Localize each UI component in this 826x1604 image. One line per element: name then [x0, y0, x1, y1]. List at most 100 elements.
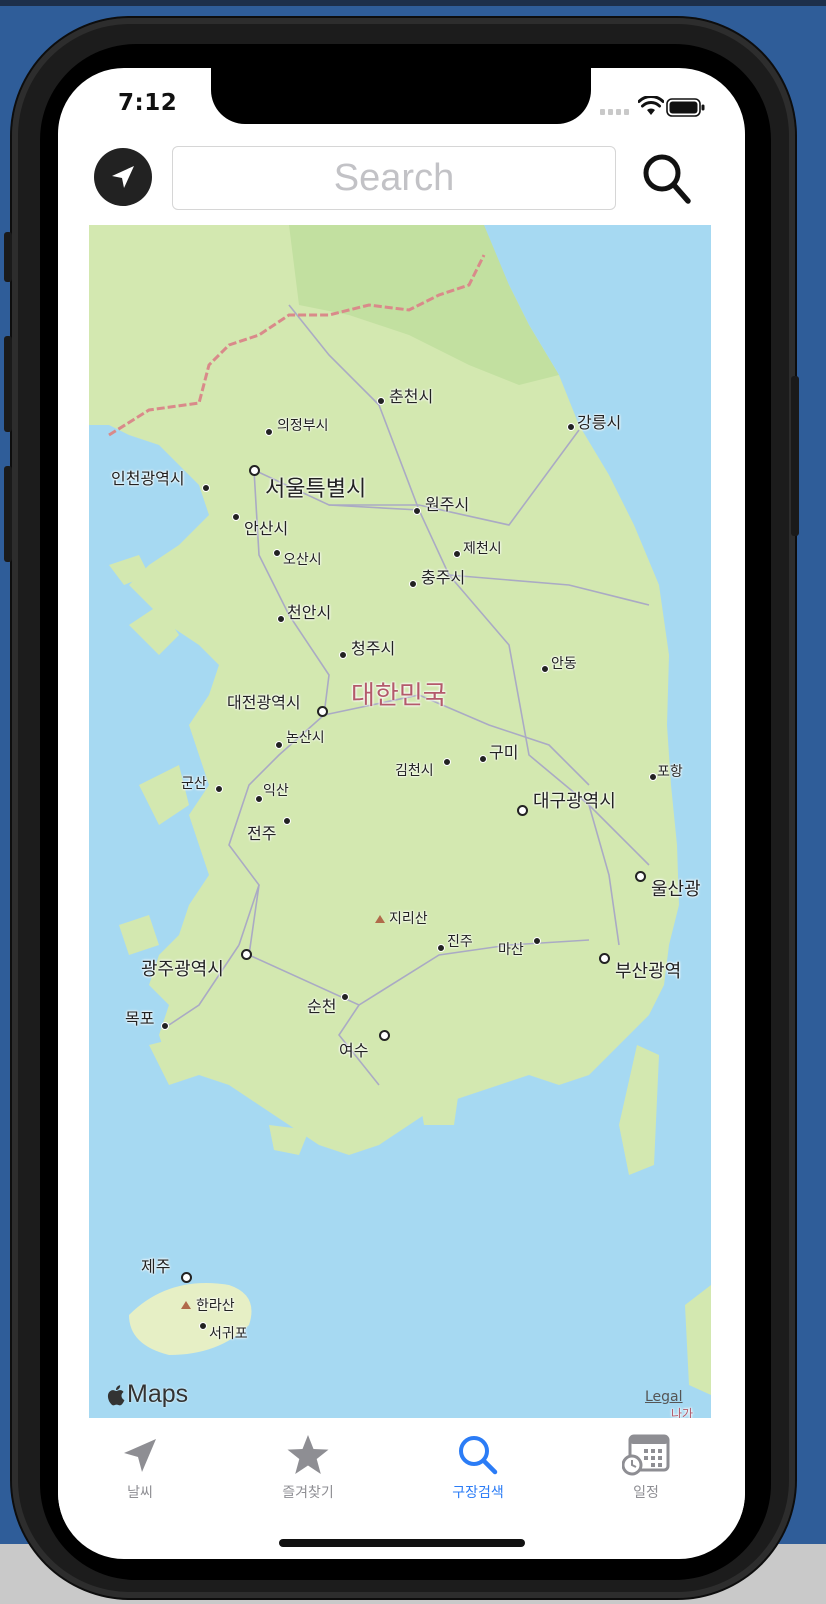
- tab-label: 날씨: [127, 1485, 153, 1501]
- city-label: 의정부시: [277, 418, 329, 434]
- mountain-icon: [375, 915, 385, 923]
- wifi-icon: [638, 96, 664, 115]
- city-label: 춘천시: [389, 387, 434, 406]
- map-marker: [202, 484, 210, 492]
- map-marker: [232, 513, 240, 521]
- city-label: 인천광역시: [111, 469, 185, 488]
- search-icon: [459, 1436, 498, 1475]
- city-label: 원주시: [425, 495, 470, 514]
- metro-marker: [181, 1272, 192, 1283]
- city-label: 청주시: [351, 639, 396, 658]
- star-icon: [287, 1435, 329, 1474]
- map-marker: [567, 423, 575, 431]
- city-label: 대전광역시: [227, 693, 301, 712]
- tab-label: 즐겨찾기: [282, 1485, 334, 1501]
- city-label: 대구광역시: [533, 791, 616, 812]
- city-label: 충주시: [421, 568, 466, 587]
- volume-up-button: [4, 336, 12, 432]
- city-label: 진주: [447, 934, 473, 950]
- tab-label: 구장검색: [452, 1485, 504, 1501]
- map-marker: [377, 397, 385, 405]
- map-marker: [161, 1022, 169, 1030]
- notch: [211, 68, 591, 124]
- city-label: 익산: [263, 783, 289, 799]
- city-label: 순천: [307, 997, 337, 1016]
- location-arrow-icon: [112, 166, 134, 188]
- city-label: 구미: [489, 743, 519, 762]
- map-marker: [255, 795, 263, 803]
- phone-screen: 7:12 Search 대한민국 춘천시 강릉시 의정부시 인천광역시 서울특별…: [58, 68, 745, 1559]
- city-label: 광주광역시: [141, 959, 224, 980]
- map-marker: [437, 944, 445, 952]
- search-button[interactable]: [638, 148, 696, 210]
- city-label: 제주: [141, 1257, 171, 1276]
- map-marker: [199, 1322, 207, 1330]
- tab-label: 일정: [633, 1485, 659, 1501]
- legal-link[interactable]: Legal: [645, 1389, 683, 1405]
- city-label: 목포: [125, 1009, 155, 1028]
- city-label: 안산시: [244, 519, 289, 538]
- map-marker: [277, 615, 285, 623]
- city-label: 안동: [551, 656, 577, 672]
- city-label: 제천시: [463, 541, 502, 557]
- city-label: 마산: [498, 942, 524, 958]
- location-arrow-icon: [124, 1439, 156, 1472]
- city-label: 나가: [671, 1407, 694, 1418]
- city-label: 서귀포: [209, 1326, 248, 1342]
- city-label: 논산시: [286, 730, 325, 746]
- tab-bar: 날씨 즐겨찾기 구장검색 일정: [58, 1420, 745, 1520]
- map-marker: [341, 993, 349, 1001]
- battery-icon: [666, 98, 705, 117]
- power-button: [791, 376, 799, 536]
- apple-logo-icon: [107, 1384, 125, 1405]
- capital-label: 서울특별시: [265, 477, 367, 502]
- map-marker: [533, 937, 541, 945]
- metro-marker: [317, 706, 328, 717]
- cellular-signal-icon: [600, 109, 629, 115]
- city-label: 군산: [181, 776, 207, 792]
- capital-marker: [249, 465, 260, 476]
- volume-down-button: [4, 466, 12, 562]
- tab-favorites[interactable]: 즐겨찾기: [248, 1420, 368, 1510]
- map-marker: [265, 428, 273, 436]
- map-marker: [479, 755, 487, 763]
- tab-weather[interactable]: 날씨: [80, 1420, 200, 1510]
- tab-stadium-search[interactable]: 구장검색: [418, 1420, 538, 1510]
- maps-attribution-text: Maps: [127, 1380, 189, 1408]
- maps-attribution[interactable]: Maps: [107, 1380, 188, 1409]
- city-label: 여수: [339, 1041, 369, 1060]
- map-marker: [275, 741, 283, 749]
- metro-marker: [517, 805, 528, 816]
- city-label: 부산광역: [615, 961, 682, 982]
- search-input[interactable]: [172, 146, 616, 210]
- metro-marker: [241, 949, 252, 960]
- magnifier-icon: [643, 154, 691, 204]
- map-marker: [413, 507, 421, 515]
- tab-schedule[interactable]: 일정: [586, 1420, 706, 1510]
- mute-switch: [4, 232, 12, 282]
- city-label: 천안시: [287, 603, 332, 622]
- map-marker: [215, 785, 223, 793]
- map-view[interactable]: 대한민국 춘천시 강릉시 의정부시 인천광역시 서울특별시 원주시 안산시 제천…: [89, 225, 711, 1418]
- city-label: 강릉시: [577, 413, 622, 432]
- mountain-icon: [181, 1301, 191, 1309]
- city-label: 울산광: [651, 879, 701, 900]
- city-label: 전주: [247, 824, 277, 843]
- map-marker: [283, 817, 291, 825]
- current-location-button[interactable]: [94, 148, 152, 206]
- city-label: 포항: [657, 764, 683, 780]
- map-marker: [541, 665, 549, 673]
- city-label: 오산시: [283, 552, 322, 568]
- mountain-label: 한라산: [196, 1298, 235, 1314]
- map-marker: [273, 549, 281, 557]
- metro-marker: [635, 871, 646, 882]
- home-indicator[interactable]: [279, 1539, 525, 1547]
- map-marker: [409, 580, 417, 588]
- metro-marker: [379, 1030, 390, 1041]
- map-marker: [339, 651, 347, 659]
- desktop-top-strip: [0, 0, 826, 6]
- map-marker: [453, 550, 461, 558]
- calendar-clock-icon: [622, 1434, 670, 1476]
- map-marker: [649, 773, 657, 781]
- map-marker: [443, 758, 451, 766]
